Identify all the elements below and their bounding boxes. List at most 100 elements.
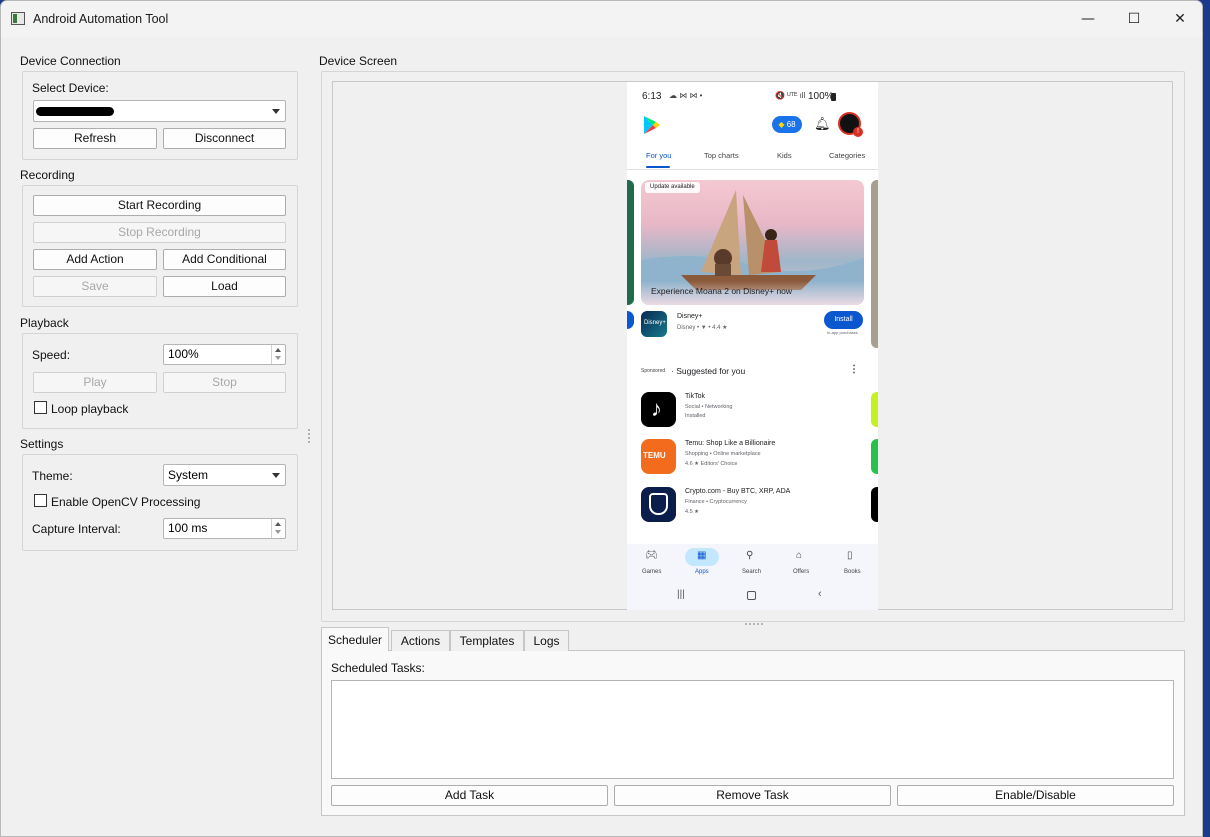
temu-icon[interactable]: TEMU bbox=[641, 439, 676, 474]
status-time: 6:13 bbox=[642, 91, 662, 102]
scheduled-tasks-label: Scheduled Tasks: bbox=[331, 661, 425, 675]
nav-offers[interactable]: Offers bbox=[793, 569, 809, 575]
select-device-label: Select Device: bbox=[32, 81, 109, 95]
crypto-shield-glyph bbox=[649, 493, 668, 515]
spin-buttons[interactable] bbox=[271, 519, 285, 538]
carousel-prev-card[interactable] bbox=[627, 180, 634, 305]
minimize-button[interactable]: — bbox=[1065, 1, 1111, 37]
redacted-device-id bbox=[36, 107, 114, 116]
suggested-app-extra: 4.5 ★ bbox=[685, 509, 700, 515]
add-task-button[interactable]: Add Task bbox=[331, 785, 608, 806]
phone-tab-kids[interactable]: Kids bbox=[777, 151, 792, 160]
featured-banner[interactable]: Update available Experience Moana 2 on D… bbox=[641, 180, 864, 305]
tab-indicator bbox=[646, 166, 670, 168]
maximize-button[interactable]: ☐ bbox=[1111, 1, 1157, 37]
play-points-value: 68 bbox=[786, 120, 796, 129]
theme-value: System bbox=[168, 468, 209, 482]
spin-down-icon bbox=[275, 530, 281, 534]
back-icon[interactable]: ‹ bbox=[818, 588, 822, 600]
suggested-app-name[interactable]: Temu: Shop Like a Billionaire bbox=[685, 440, 775, 447]
capture-interval-spinbox[interactable]: 100 ms bbox=[163, 518, 286, 539]
suggested-app-name[interactable]: Crypto.com - Buy BTC, XRP, ADA bbox=[685, 488, 790, 495]
suggested-app-name[interactable]: TikTok bbox=[685, 393, 705, 400]
title-bar: Android Automation Tool — ☐ ✕ bbox=[1, 1, 1202, 37]
chevron-down-icon bbox=[272, 473, 280, 478]
tab-scheduler[interactable]: Scheduler bbox=[321, 627, 389, 651]
suggested-app-extra: Installed bbox=[685, 413, 706, 419]
tab-actions[interactable]: Actions bbox=[391, 630, 450, 651]
battery-icon bbox=[831, 93, 836, 101]
suggested-app-category: Finance • Cryptocurrency bbox=[685, 499, 747, 505]
opencv-checkbox[interactable] bbox=[34, 494, 47, 507]
splitter-handle[interactable] bbox=[308, 429, 310, 443]
crypto-com-icon[interactable] bbox=[641, 487, 676, 522]
featured-app-meta: Disney • ▼ • 4.4 ★ bbox=[677, 325, 728, 331]
phone-tab-for-you[interactable]: For you bbox=[646, 151, 671, 160]
close-button[interactable]: ✕ bbox=[1157, 1, 1202, 37]
device-connection-title: Device Connection bbox=[20, 54, 121, 68]
recent-apps-icon[interactable]: ||| bbox=[677, 589, 685, 600]
device-screen-title: Device Screen bbox=[319, 54, 398, 68]
more-options-icon[interactable]: ⋮ bbox=[849, 364, 859, 375]
add-conditional-button[interactable]: Add Conditional bbox=[163, 249, 286, 270]
disney-icon-label: Disney+ bbox=[644, 320, 666, 326]
nav-apps[interactable]: Apps bbox=[695, 569, 709, 575]
games-icon: 🎮︎ bbox=[645, 550, 658, 561]
capture-interval-label: Capture Interval: bbox=[32, 522, 121, 536]
splitter-handle[interactable] bbox=[745, 623, 763, 625]
install-button[interactable]: Install bbox=[824, 311, 863, 329]
stop-playback-button[interactable]: Stop bbox=[163, 372, 286, 393]
recording-title: Recording bbox=[20, 168, 75, 182]
app-window: Android Automation Tool — ☐ ✕ Device Con… bbox=[0, 0, 1203, 837]
tab-logs[interactable]: Logs bbox=[524, 630, 569, 651]
nav-games[interactable]: Games bbox=[642, 569, 661, 575]
tab-templates[interactable]: Templates bbox=[450, 630, 524, 651]
sponsored-label: Sponsored bbox=[641, 368, 666, 374]
phone-screen[interactable]: 6:13 ☁ ⋈ ⋈ • 🔇 ᵁᵀᴱ ıll 100% ◆ 68 🔔︎ ! Fo… bbox=[627, 82, 878, 610]
window-title: Android Automation Tool bbox=[33, 12, 169, 26]
search-icon: ⚲ bbox=[746, 550, 754, 561]
status-icons: ☁ ⋈ ⋈ • bbox=[669, 91, 703, 100]
speed-label: Speed: bbox=[32, 348, 71, 362]
theme-select[interactable]: System bbox=[163, 464, 286, 486]
status-battery: 100% bbox=[808, 91, 834, 102]
capture-interval-value: 100 ms bbox=[168, 521, 208, 535]
home-icon[interactable] bbox=[747, 591, 756, 600]
disconnect-button[interactable]: Disconnect bbox=[163, 128, 286, 149]
phone-tab-categories[interactable]: Categories bbox=[829, 151, 865, 160]
chevron-down-icon bbox=[272, 109, 280, 114]
tab-divider bbox=[627, 169, 878, 170]
avatar[interactable]: ! bbox=[838, 112, 863, 137]
save-button[interactable]: Save bbox=[33, 276, 157, 297]
carousel-next-card[interactable] bbox=[871, 180, 878, 348]
tiktok-glyph: ♪ bbox=[651, 396, 662, 421]
speed-spinbox[interactable]: 100% bbox=[163, 344, 286, 365]
next-card-peek bbox=[871, 439, 878, 474]
stop-recording-button[interactable]: Stop Recording bbox=[33, 222, 286, 243]
spin-buttons[interactable] bbox=[271, 345, 285, 364]
start-recording-button[interactable]: Start Recording bbox=[33, 195, 286, 216]
nav-search[interactable]: Search bbox=[742, 569, 761, 575]
diamond-icon: ◆ bbox=[778, 120, 785, 129]
bell-icon[interactable]: 🔔︎ bbox=[814, 116, 831, 132]
remove-task-button[interactable]: Remove Task bbox=[614, 785, 891, 806]
suggested-app-category: Shopping • Online marketplace bbox=[685, 451, 761, 457]
update-badge: Update available bbox=[645, 182, 700, 193]
load-button[interactable]: Load bbox=[163, 276, 286, 297]
playback-title: Playback bbox=[20, 316, 69, 330]
play-button[interactable]: Play bbox=[33, 372, 157, 393]
refresh-button[interactable]: Refresh bbox=[33, 128, 157, 149]
tiktok-icon[interactable]: ♪ bbox=[641, 392, 676, 427]
apps-icon: ▦ bbox=[697, 550, 707, 561]
scheduled-tasks-list[interactable] bbox=[331, 680, 1174, 779]
loop-playback-checkbox[interactable] bbox=[34, 401, 47, 414]
phone-tab-top-charts[interactable]: Top charts bbox=[704, 151, 739, 160]
enable-disable-button[interactable]: Enable/Disable bbox=[897, 785, 1174, 806]
device-select[interactable] bbox=[33, 100, 286, 122]
spin-up-icon bbox=[275, 348, 281, 352]
nav-books[interactable]: Books bbox=[844, 569, 861, 575]
play-points-badge[interactable]: ◆ 68 bbox=[772, 116, 802, 133]
suggested-title: · Suggested for you bbox=[671, 366, 746, 376]
disney-plus-icon: Disney+ bbox=[641, 311, 667, 337]
add-action-button[interactable]: Add Action bbox=[33, 249, 157, 270]
